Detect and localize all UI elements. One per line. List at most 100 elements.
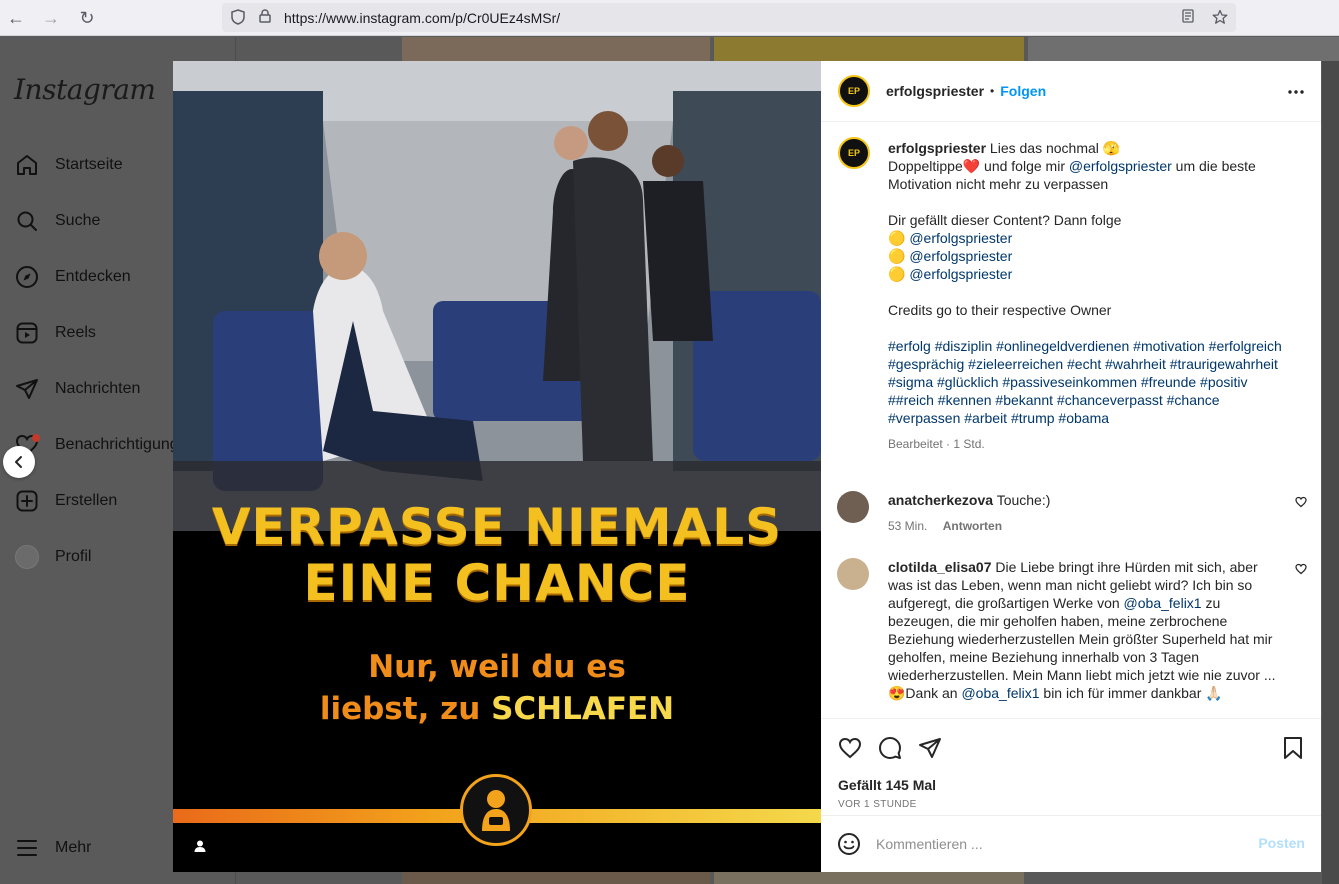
commenter-username[interactable]: anatcherkezova bbox=[888, 492, 993, 508]
follow-button[interactable]: Folgen bbox=[1000, 83, 1046, 99]
caption-text: Lies das nochmal 🫣 bbox=[986, 140, 1121, 156]
comment-time: 53 Min. bbox=[888, 519, 928, 533]
comments-list[interactable]: EP erfolgspriester Lies das nochmal 🫣 Do… bbox=[821, 123, 1321, 717]
post-header: EP erfolgspriester • Folgen bbox=[821, 61, 1321, 122]
caption-mention[interactable]: @erfolgspriester bbox=[1069, 158, 1172, 174]
bookmark-star-icon[interactable] bbox=[1212, 9, 1228, 25]
add-comment-bar: Posten bbox=[821, 815, 1321, 872]
compass-icon bbox=[14, 264, 40, 290]
comment-bubble-icon[interactable] bbox=[878, 736, 902, 760]
feed-tile bbox=[402, 872, 710, 884]
caption-line-1: erfolgspriester Lies das nochmal 🫣 bbox=[888, 139, 1293, 157]
post-photo bbox=[173, 61, 821, 531]
image-subline-prefix: liebst, zu bbox=[319, 691, 492, 727]
notification-dot bbox=[32, 434, 40, 442]
caption-hashtags[interactable]: #erfolg #disziplin #onlinegeldverdienen … bbox=[888, 337, 1293, 427]
profile-icon bbox=[14, 544, 40, 570]
url-bar[interactable]: https://www.instagram.com/p/Cr0UEz4sMSr/ bbox=[222, 3, 1236, 32]
caption-mention-line[interactable]: 🟡 @erfolgspriester bbox=[888, 229, 1293, 247]
comment-item: clotilda_elisa07 Die Liebe bringt ihre H… bbox=[837, 558, 1307, 717]
comment-mention[interactable]: @oba_felix1 bbox=[961, 685, 1039, 701]
image-subline: Nur, weil du es liebst, zu SCHLAFEN bbox=[173, 646, 821, 730]
image-subline-line-1: Nur, weil du es bbox=[368, 649, 626, 685]
image-headline-line-1: VERPASSE NIEMALS bbox=[211, 498, 783, 556]
back-icon[interactable]: ← bbox=[6, 8, 26, 28]
commenter-username[interactable]: clotilda_elisa07 bbox=[888, 559, 992, 575]
feed-tile bbox=[1028, 37, 1339, 61]
feed-tile bbox=[714, 872, 1024, 884]
header-user-row: erfolgspriester • Folgen bbox=[886, 83, 1046, 99]
post-comment-button[interactable]: Posten bbox=[1258, 835, 1305, 851]
lock-icon[interactable] bbox=[257, 9, 273, 25]
caption-credits: Credits go to their respective Owner bbox=[888, 302, 1112, 318]
forward-icon[interactable]: → bbox=[41, 8, 61, 28]
post-image[interactable]: VERPASSE NIEMALS EINE CHANCE Nur, weil d… bbox=[173, 61, 821, 872]
reader-view-icon[interactable] bbox=[1180, 9, 1196, 25]
image-headline-line-2: EINE CHANCE bbox=[303, 554, 691, 612]
sidebar-item-label: Entdecken bbox=[55, 268, 131, 285]
reply-button[interactable]: Antworten bbox=[943, 519, 1002, 533]
sidebar-item-label: Startseite bbox=[55, 156, 123, 173]
comment-text: bin ich für immer dankbar 🙏🏻 bbox=[1039, 685, 1223, 701]
more-options-icon[interactable] bbox=[1287, 83, 1305, 101]
feed-tile bbox=[1322, 61, 1339, 884]
url-text[interactable]: https://www.instagram.com/p/Cr0UEz4sMSr/ bbox=[284, 10, 560, 26]
post-actions: Gefällt 145 Mal VOR 1 STUNDE bbox=[821, 718, 1321, 814]
comment-meta: 53 Min. Antworten bbox=[888, 517, 1276, 535]
caption-avatar[interactable]: EP bbox=[838, 137, 870, 169]
comment-text: Touche:) bbox=[993, 492, 1051, 508]
like-heart-icon[interactable] bbox=[838, 736, 862, 760]
feed-tile bbox=[402, 37, 710, 61]
like-comment-heart-icon[interactable] bbox=[1295, 562, 1307, 575]
comment-body: clotilda_elisa07 Die Liebe bringt ihre H… bbox=[888, 558, 1276, 702]
search-icon bbox=[14, 208, 40, 234]
previous-post-button[interactable] bbox=[3, 446, 35, 478]
user-tag-icon[interactable] bbox=[193, 839, 207, 853]
feed-tile bbox=[714, 37, 1024, 61]
save-bookmark-icon[interactable] bbox=[1281, 736, 1305, 760]
caption-text: Doppeltippe❤️ und folge mir bbox=[888, 158, 1069, 174]
post-caption: erfolgspriester Lies das nochmal 🫣 Doppe… bbox=[888, 139, 1293, 453]
comment-item: anatcherkezova Touche:) 53 Min. Antworte… bbox=[837, 491, 1307, 541]
plus-icon bbox=[14, 488, 40, 514]
like-comment-heart-icon[interactable] bbox=[1295, 495, 1307, 508]
caption-mention-line[interactable]: 🟡 @erfolgspriester bbox=[888, 265, 1293, 283]
browser-toolbar: ← → ↻ https://www.instagram.com/p/Cr0UEz… bbox=[0, 0, 1339, 36]
reels-icon bbox=[14, 320, 40, 346]
post-details-panel: EP erfolgspriester • Folgen EP erfolgspr… bbox=[821, 61, 1321, 872]
separator-dot: • bbox=[990, 84, 995, 98]
caption-line-2: Doppeltippe❤️ und folge mir @erfolgsprie… bbox=[888, 157, 1293, 193]
sidebar-item-label: Nachrichten bbox=[55, 380, 141, 397]
image-headline: VERPASSE NIEMALS EINE CHANCE bbox=[173, 499, 821, 611]
caption-line-3: Dir gefällt dieser Content? Dann folge bbox=[888, 212, 1122, 228]
sidebar-item-label: Suche bbox=[55, 212, 101, 229]
caption-username[interactable]: erfolgspriester bbox=[888, 140, 986, 156]
comment-body: anatcherkezova Touche:) 53 Min. Antworte… bbox=[888, 491, 1276, 535]
instagram-logo[interactable]: Instagram bbox=[14, 73, 156, 106]
sidebar-more-label: Mehr bbox=[55, 839, 92, 856]
home-icon bbox=[14, 152, 40, 178]
likes-count[interactable]: Gefällt 145 Mal bbox=[838, 777, 936, 793]
comment-mention[interactable]: @oba_felix1 bbox=[1124, 595, 1202, 611]
reload-icon[interactable]: ↻ bbox=[77, 8, 97, 28]
caption-meta: Bearbeitet · 1 Std. bbox=[888, 437, 985, 451]
emoji-icon[interactable] bbox=[837, 832, 861, 856]
sidebar-item-label: Profil bbox=[55, 548, 92, 565]
caption-mention-line[interactable]: 🟡 @erfolgspriester bbox=[888, 247, 1293, 265]
sidebar-item-label: Reels bbox=[55, 324, 96, 341]
author-avatar[interactable]: EP bbox=[838, 75, 870, 107]
comment-input[interactable] bbox=[876, 834, 1236, 854]
commenter-avatar[interactable] bbox=[837, 491, 869, 523]
brand-badge-logo bbox=[460, 774, 532, 846]
menu-icon bbox=[14, 835, 40, 861]
image-subline-line-2: liebst, zu SCHLAFEN bbox=[173, 688, 821, 730]
share-send-icon[interactable] bbox=[918, 736, 942, 760]
author-username[interactable]: erfolgspriester bbox=[886, 83, 984, 99]
shield-icon[interactable] bbox=[230, 9, 246, 25]
sidebar-item-label: Erstellen bbox=[55, 492, 118, 509]
post-timestamp[interactable]: VOR 1 STUNDE bbox=[838, 799, 917, 810]
commenter-avatar[interactable] bbox=[837, 558, 869, 590]
chevron-left-icon bbox=[15, 456, 22, 468]
send-icon bbox=[14, 376, 40, 402]
image-subline-highlight: SCHLAFEN bbox=[491, 691, 675, 727]
